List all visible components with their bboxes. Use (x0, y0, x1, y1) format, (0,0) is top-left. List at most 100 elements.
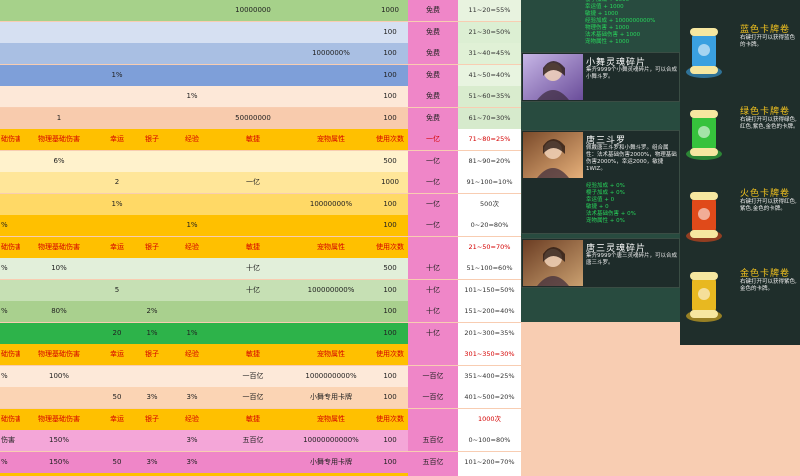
table-cell: 150% (48, 436, 69, 444)
table-cell (216, 22, 290, 43)
table-cell: 5 (114, 285, 120, 294)
stat-line: 法术基础伤害 + 1000 (585, 32, 641, 38)
table-cell: 一百亿 (408, 387, 458, 408)
table-cell: 2 (114, 178, 120, 186)
stat-line: 法术基础伤害 + 0% (586, 211, 636, 217)
table-cell: 使用次数 (376, 135, 404, 143)
table-cell: 十亿 (408, 258, 458, 279)
table-cell (290, 258, 372, 279)
table-cell (216, 215, 290, 236)
table-cell (216, 301, 290, 322)
table-cell: 10000000 (235, 6, 271, 14)
table-cell (0, 151, 20, 172)
table-cell (0, 22, 20, 43)
scroll-description: 右键打开可以获得蓝色的卡牌。 (740, 35, 796, 48)
card-scroll-item[interactable]: 蓝色卡牌卷 右键打开可以获得蓝色的卡牌。 (680, 18, 800, 94)
table-cell: % (1, 371, 8, 380)
table-cell: 11~20=55% (458, 0, 521, 21)
table-cell: 物理基础伤害 (38, 414, 80, 423)
table-cell: 一亿 (408, 193, 458, 215)
character-portrait (523, 240, 583, 286)
table-cell (168, 43, 216, 64)
table-cell (0, 43, 20, 64)
table-row: 6% 500 一亿 81~90=20% (0, 150, 521, 172)
table-cell: 351~400=25% (458, 365, 521, 387)
scroll-title: 蓝色卡牌卷 (740, 25, 791, 35)
table-cell (136, 194, 168, 215)
header-row: 础伤害 物理基础伤害 幸运 银子 经验 敏捷 宠物属性 使用次数 一亿 71~80=25% (0, 129, 521, 150)
table-cell: 100 (383, 436, 397, 444)
card-stats: 经验加成 + 0% 樱子加成 + 0% 幸运值 + 0 敏捷 + 0 法术基础伤害 + … (586, 183, 678, 225)
table-cell: 100 (383, 49, 397, 57)
table-cell: 100 (383, 328, 397, 337)
table-cell (136, 258, 168, 279)
table-cell: 银子 (145, 350, 159, 358)
table-cell: 100 (383, 307, 397, 315)
table-cell: 10% (51, 264, 67, 272)
table-cell: 一亿 (408, 150, 458, 172)
header-row: 础伤害 物理基础伤害 幸运 银子 经验 敏捷 宠物属性 使用次数 1000次 (0, 408, 521, 430)
card-scroll-item[interactable]: 绿色卡牌卷 右键打开可以获得绿色,红色,紫色,金色的卡牌。 (680, 100, 800, 176)
table-cell: 一百亿 (408, 365, 458, 387)
table-cell: 101~200=70% (458, 451, 521, 473)
card-scroll-item[interactable]: 金色卡牌卷 右键打开可以获得紫色,金色的卡牌。 (680, 262, 800, 338)
table-cell (0, 0, 20, 21)
table-cell: 敏捷 (246, 242, 260, 251)
table-cell: 银子 (145, 135, 159, 143)
scroll-icon (682, 266, 726, 324)
table-cell: 敏捷 (246, 135, 260, 143)
table-cell: 150% (48, 457, 69, 466)
table-cell (136, 22, 168, 43)
table-cell: 301~350=30% (458, 344, 521, 365)
table-cell: 幸运 (110, 414, 124, 423)
table-cell (136, 215, 168, 236)
table-cell: 20 (112, 328, 122, 337)
table-cell: 21~50=70% (458, 236, 521, 258)
spreadsheet: 10000000 1000 免费 11~20=55% 100 免费 21~30=50% 100… (0, 0, 521, 476)
table-cell (168, 151, 216, 172)
table-cell: 100 (383, 221, 397, 229)
table-cell (216, 194, 290, 215)
table-cell: 免费 (408, 107, 458, 129)
table-cell (136, 86, 168, 107)
tooltip-panel: 樱子加成 + 1000 幸运值 + 1000 敏捷 + 1000 经验加成 + 100… (521, 0, 680, 322)
table-cell (408, 344, 458, 365)
table-cell: 71~80=25% (458, 129, 521, 150)
table-row: 5 十亿 100000000% 100 十亿 101~150=50% (0, 279, 521, 301)
table-cell: 100 (383, 92, 397, 100)
table-cell (20, 22, 98, 43)
table-cell (136, 43, 168, 64)
table-cell: 500次 (458, 193, 521, 215)
stat-line: 敏捷 + 0 (586, 204, 609, 210)
table-cell (0, 108, 20, 129)
card-description: 集齐9999个唐三灵魂碎片，可以合成唐三斗罗。 (586, 253, 677, 266)
table-cell: 0~100=80% (458, 430, 521, 451)
header-row: 础伤害 物理基础伤害 幸运 银子 经验 敏捷 宠物属性 使用次数 301~350=30% (0, 344, 521, 365)
table-cell: 1% (111, 199, 123, 208)
table-row: % 1% 100 一亿 0~20=80% (0, 215, 521, 236)
table-cell: 500 (383, 156, 397, 165)
table-cell: 50000000 (235, 113, 271, 122)
table-row: 1% 100 免费 41~50=40% (0, 64, 521, 86)
table-row: 20 1% 1% 100 十亿 201~300=35% (0, 322, 521, 344)
table-cell: 1% (146, 328, 158, 337)
table-cell (20, 0, 98, 21)
table-cell (0, 323, 20, 344)
table-cell: 幸运 (110, 135, 124, 143)
card-scroll-item[interactable]: 火色卡牌卷 右键打开可以获得红色,紫色,金色的卡牌。 (680, 182, 800, 258)
table-cell: 幸运 (110, 350, 124, 358)
table-cell: 201~300=35% (458, 322, 521, 344)
table-cell: 银子 (145, 414, 159, 423)
table-cell (98, 366, 136, 387)
table-cell: 1% (186, 92, 198, 100)
scroll-description: 右键打开可以获得红色,紫色,金色的卡牌。 (740, 199, 797, 212)
card-description: 佩戴唐三斗罗和小舞斗罗。组合属性：法术基础伤害2000%，物理基础伤害2000%… (586, 145, 677, 172)
scroll-title: 火色卡牌卷 (740, 189, 791, 199)
table-cell: 一百亿 (242, 371, 264, 380)
scroll-description: 右键打开可以获得绿色,红色,紫色,金色的卡牌。 (740, 117, 799, 130)
table-row: 1% 100 免费 51~60=35% (0, 86, 521, 107)
table-cell: 伤害 (1, 436, 15, 444)
table-cell: 10000000000% (303, 436, 359, 444)
table-cell (98, 86, 136, 107)
table-cell (0, 172, 20, 193)
